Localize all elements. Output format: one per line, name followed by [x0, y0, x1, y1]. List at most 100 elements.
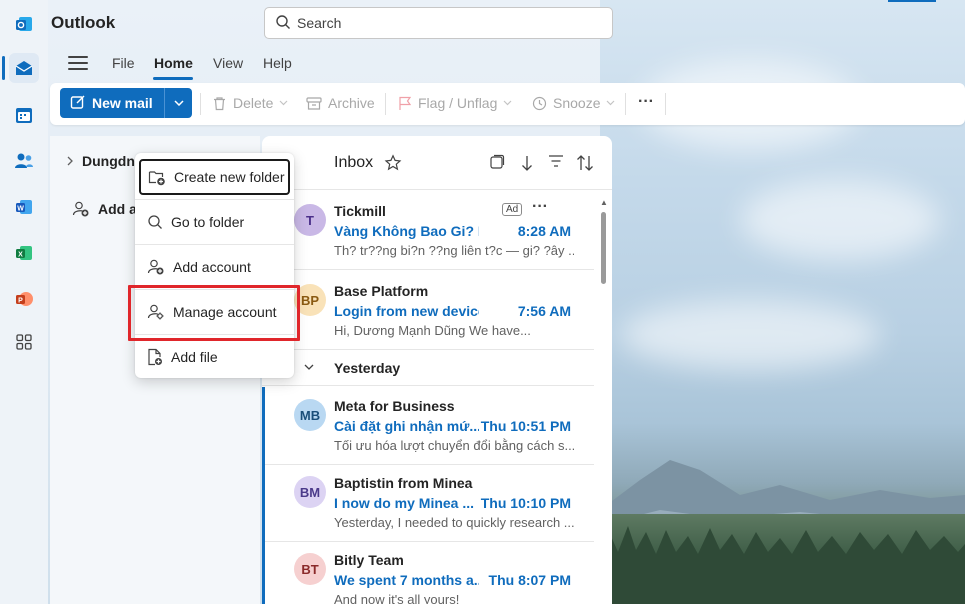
message-subject: I now do my Minea ... — [334, 495, 475, 511]
hamburger-menu-icon[interactable] — [68, 56, 88, 72]
account-name: Dungdn — [82, 153, 135, 169]
message-time: 8:28 AM — [517, 223, 571, 239]
mail-icon[interactable] — [9, 53, 39, 83]
message-sender: Tickmill — [334, 203, 386, 219]
search-icon — [148, 215, 162, 229]
message-time: Thu 10:51 PM — [480, 418, 571, 434]
message-time: Thu 10:10 PM — [480, 495, 571, 511]
people-icon[interactable] — [9, 146, 39, 176]
more-options-button[interactable]: ··· — [638, 93, 654, 111]
word-icon[interactable]: W — [9, 192, 39, 222]
message-sender: Base Platform — [334, 283, 429, 299]
sort-order-icon[interactable] — [576, 154, 594, 175]
forest-treeline — [600, 514, 965, 604]
excel-icon[interactable]: X — [9, 238, 39, 268]
add-person-icon — [72, 201, 89, 217]
message-item[interactable]: BT Bitly Team We spent 7 months a... Thu… — [262, 541, 594, 604]
ad-more-icon[interactable]: ··· — [532, 198, 548, 216]
chevron-right-icon — [67, 156, 73, 166]
avatar: MB — [294, 399, 326, 431]
avatar: BT — [294, 553, 326, 585]
avatar: T — [294, 204, 326, 236]
message-preview: Th? tr??ng bi?n ??ng liên t?c — gi? ?ây … — [334, 243, 574, 258]
message-item[interactable]: BP Base Platform Login from new device 7… — [262, 272, 594, 350]
add-account-label: Add a — [98, 201, 137, 217]
message-sender: Meta for Business — [334, 398, 455, 414]
message-preview: And now it's all yours! — [334, 592, 460, 604]
new-mail-button[interactable]: New mail — [60, 88, 192, 118]
add-account-item[interactable]: Add account — [135, 245, 294, 289]
message-time: 7:56 AM — [517, 303, 571, 319]
filter-icon[interactable] — [548, 154, 564, 171]
group-label: Yesterday — [334, 360, 401, 376]
message-preview: Tối ưu hóa lượt chuyển đổi bằng cách s..… — [334, 438, 574, 453]
message-subject: Vàng Không Bao Gi? Ng?. Tài — [334, 223, 479, 239]
chevron-down-icon — [173, 100, 184, 106]
message-item[interactable]: BM Baptistin from Minea I now do my Mine… — [262, 464, 594, 542]
tab-help[interactable]: Help — [263, 55, 292, 71]
top-accent-bar — [888, 0, 936, 2]
app-rail: W X P — [0, 0, 48, 604]
message-subject: We spent 7 months a... — [334, 572, 479, 588]
ad-badge: Ad — [502, 203, 523, 216]
new-mail-dropdown[interactable] — [165, 88, 192, 118]
message-subject: Login from new device — [334, 303, 479, 319]
context-menu: Create new folder Go to folder Add accou… — [135, 153, 294, 378]
flag-icon — [399, 96, 412, 110]
tab-home[interactable]: Home — [154, 55, 193, 71]
message-time: Thu 8:07 PM — [488, 572, 571, 588]
ribbon-toolbar: New mail Delete Archive Flag / Unflag Sn… — [50, 83, 965, 125]
group-header-yesterday[interactable]: Yesterday — [262, 350, 594, 386]
tab-file[interactable]: File — [112, 55, 135, 71]
svg-text:X: X — [18, 252, 23, 259]
sort-down-icon[interactable] — [520, 154, 534, 175]
add-file-item[interactable]: Add file — [135, 335, 294, 379]
delete-button[interactable]: Delete — [212, 95, 288, 111]
go-to-folder-item[interactable]: Go to folder — [135, 200, 294, 244]
flag-unflag-button[interactable]: Flag / Unflag — [398, 95, 512, 111]
new-mail-label: New mail — [92, 95, 153, 111]
active-tab-underline — [153, 77, 193, 80]
app-title: Outlook — [51, 13, 116, 32]
add-account-row[interactable]: Add a — [72, 200, 137, 218]
folder-add-icon — [148, 170, 165, 185]
message-item[interactable]: T Tickmill Ad ··· Vàng Không Bao Gi? Ng?… — [262, 192, 594, 270]
archive-button[interactable]: Archive — [306, 95, 375, 111]
annotation-highlight-box — [128, 285, 300, 341]
message-list: Inbox T Tickmill Ad ··· Vàng Không Bao G… — [262, 136, 612, 604]
compose-icon — [70, 94, 86, 113]
inbox-title: Inbox — [334, 154, 374, 171]
outlook-logo-icon[interactable] — [9, 9, 39, 39]
message-subject: Cài đặt ghi nhận mứ... — [334, 418, 479, 434]
trash-icon — [214, 96, 225, 110]
avatar: BM — [294, 476, 326, 508]
menu-bar: File Home View Help — [48, 46, 965, 82]
snooze-button[interactable]: Snooze — [532, 95, 615, 111]
rail-active-indicator — [2, 56, 5, 80]
search-input[interactable]: Search — [297, 15, 341, 31]
more-apps-icon[interactable] — [9, 327, 39, 357]
create-new-folder-item[interactable]: Create new folder — [139, 159, 290, 195]
clock-icon — [532, 96, 547, 110]
search-box[interactable]: Search — [264, 7, 613, 39]
account-folder-row[interactable]: Dungdn — [66, 153, 135, 169]
list-header: Inbox — [262, 136, 612, 190]
file-add-icon — [148, 348, 162, 366]
calendar-icon[interactable] — [9, 100, 39, 130]
message-item[interactable]: MB Meta for Business Cài đặt ghi nhận mứ… — [262, 387, 594, 465]
add-person-icon — [147, 259, 164, 275]
star-icon[interactable] — [384, 154, 402, 175]
message-preview: Yesterday, I needed to quickly research … — [334, 515, 574, 530]
select-icon[interactable] — [489, 154, 505, 173]
svg-text:P: P — [18, 298, 23, 305]
message-sender: Bitly Team — [334, 552, 404, 568]
scroll-up-arrow[interactable]: ▲ — [600, 198, 608, 207]
archive-icon — [306, 96, 322, 110]
top-bar: Outlook Search — [48, 0, 965, 46]
new-mail-main[interactable]: New mail — [60, 88, 164, 118]
message-sender: Baptistin from Minea — [334, 475, 473, 491]
svg-text:W: W — [17, 206, 24, 213]
tab-view[interactable]: View — [213, 55, 243, 71]
powerpoint-icon[interactable]: P — [9, 284, 39, 314]
scrollbar-thumb[interactable] — [601, 212, 606, 284]
